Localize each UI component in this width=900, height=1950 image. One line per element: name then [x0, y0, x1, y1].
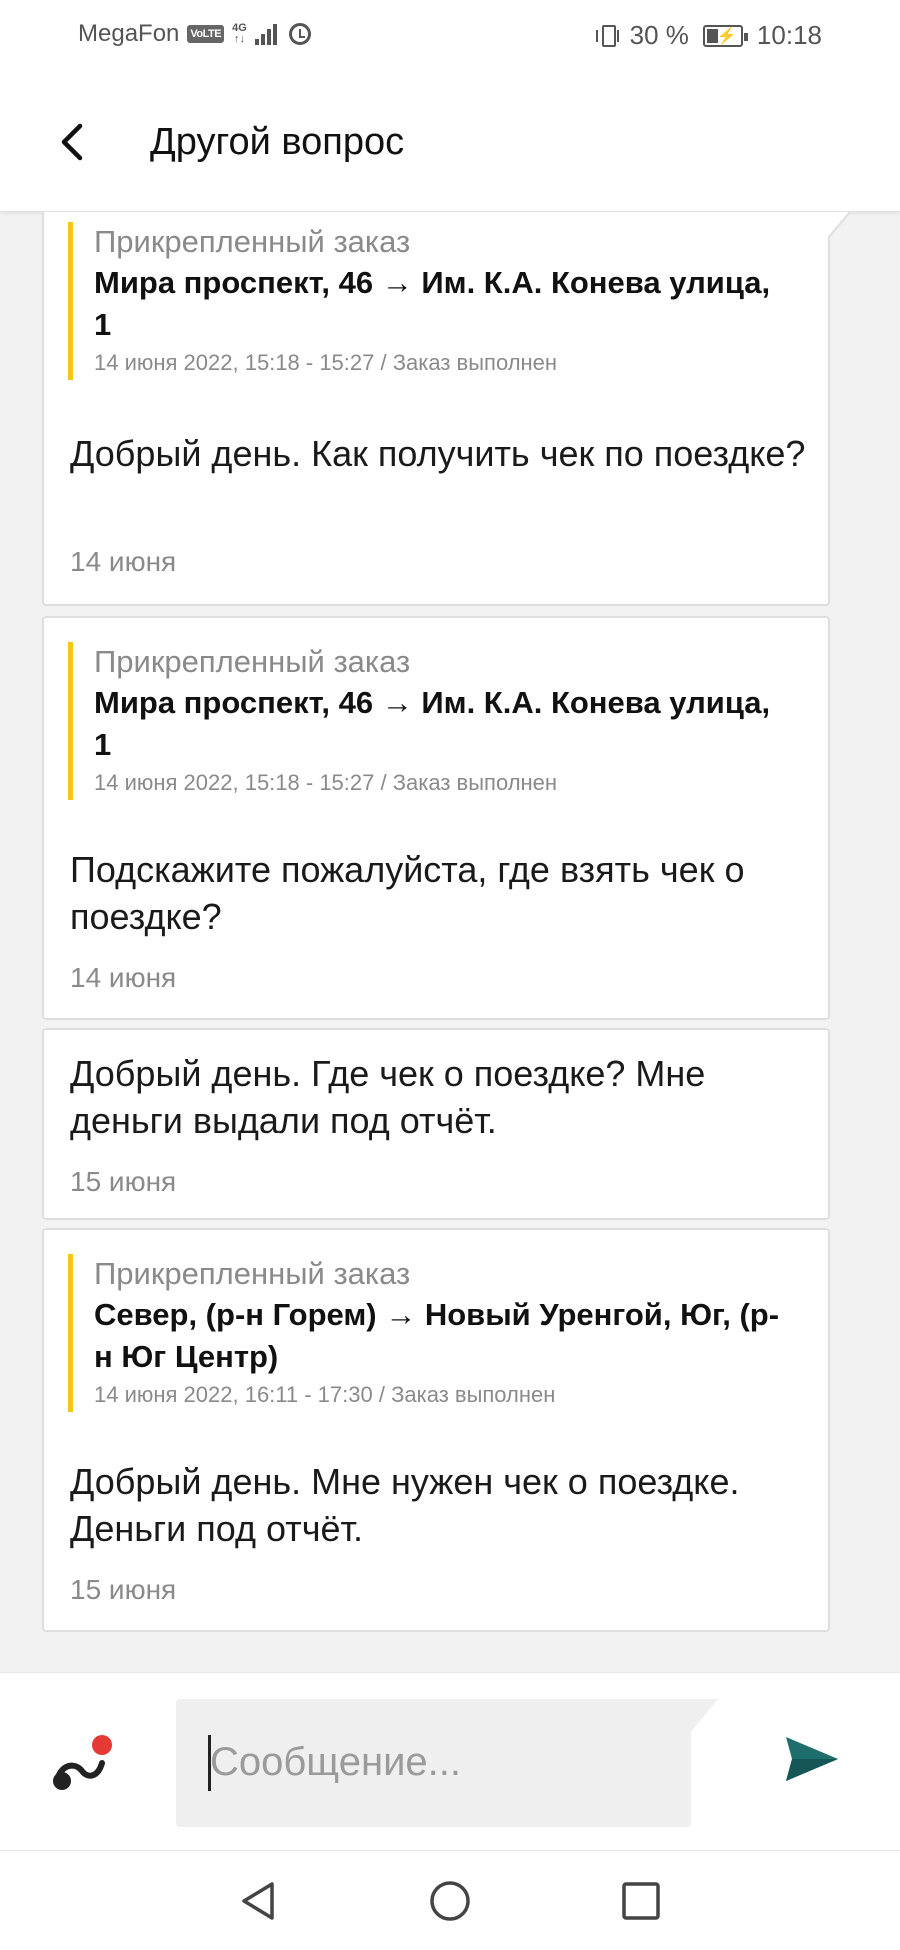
- attached-order[interactable]: Прикрепленный заказ Мира проспект, 46 → …: [68, 222, 788, 380]
- attached-order-meta: 14 июня 2022, 15:18 - 15:27 / Заказ выпо…: [94, 770, 558, 795]
- attached-order-meta: 14 июня 2022, 16:11 - 17:30 / Заказ выпо…: [94, 1382, 556, 1407]
- message-bubble: Прикрепленный заказ Мира проспект, 46 → …: [42, 616, 830, 1020]
- composer-bar: [0, 1672, 900, 1850]
- attached-order[interactable]: Прикрепленный заказ Мира проспект, 46 → …: [68, 642, 788, 800]
- attached-order-route: Север, (р-н Горем) → Новый Уренгой, Юг, …: [94, 1297, 780, 1374]
- message-text: Добрый день. Где чек о поездке? Мне день…: [70, 1053, 706, 1141]
- field-tail: [690, 1699, 718, 1733]
- bubble-tail: [828, 212, 851, 239]
- app-bar: Другой вопрос: [0, 72, 900, 212]
- message-input[interactable]: [210, 1729, 680, 1795]
- network-type-icon: 4G ↑↓: [232, 22, 247, 45]
- message-text: Добрый день. Мне нужен чек о поездке. Де…: [70, 1461, 740, 1549]
- nav-home-icon[interactable]: [425, 1876, 475, 1926]
- message-date: 15 июня: [70, 1166, 177, 1197]
- system-nav-bar: [0, 1850, 900, 1950]
- status-right: 30 % ⚡ 10:18: [595, 20, 822, 51]
- signal-icon: [254, 23, 277, 45]
- message-field[interactable]: [176, 1699, 691, 1827]
- send-icon[interactable]: [782, 1729, 842, 1789]
- carrier-name: MegaFon: [78, 20, 180, 47]
- message-bubble: Прикрепленный заказ Мира проспект, 46 → …: [42, 212, 830, 606]
- app-logo-icon[interactable]: [50, 1733, 120, 1793]
- attached-order[interactable]: Прикрепленный заказ Север, (р-н Горем) →…: [68, 1254, 788, 1412]
- volte-icon: VoLTE: [187, 25, 225, 43]
- vibrate-icon: [595, 24, 619, 47]
- status-bar: MegaFon VoLTE 4G ↑↓ 30 % ⚡ 10:18: [0, 0, 900, 72]
- chat-thread[interactable]: Прикрепленный заказ Мира проспект, 46 → …: [0, 212, 900, 1672]
- attached-order-route: Мира проспект, 46 → Им. К.А. Конева улиц…: [94, 265, 771, 342]
- message-text: Подскажите пожалуйста, где взять чек о п…: [70, 849, 745, 937]
- attached-order-route: Мира проспект, 46 → Им. К.А. Конева улиц…: [94, 685, 771, 762]
- message-date: 14 июня: [70, 962, 177, 993]
- attached-order-label: Прикрепленный заказ: [94, 644, 411, 679]
- page-title: Другой вопрос: [150, 121, 405, 163]
- nav-recents-icon[interactable]: [616, 1876, 666, 1926]
- message-date: 14 июня: [70, 546, 177, 577]
- back-arrow-icon[interactable]: [48, 114, 104, 170]
- battery-icon: ⚡: [702, 24, 748, 47]
- message-bubble: Добрый день. Где чек о поездке? Мне день…: [42, 1028, 830, 1220]
- status-left: MegaFon VoLTE 4G ↑↓: [78, 20, 311, 48]
- clock: 10:18: [756, 20, 822, 50]
- alarm-icon: [288, 23, 311, 45]
- message-text: Добрый день. Как получить чек по поездке…: [70, 433, 806, 474]
- message-date: 15 июня: [70, 1574, 177, 1605]
- attached-order-label: Прикрепленный заказ: [94, 224, 411, 259]
- attached-order-meta: 14 июня 2022, 15:18 - 15:27 / Заказ выпо…: [94, 350, 558, 375]
- attached-order-label: Прикрепленный заказ: [94, 1256, 411, 1291]
- nav-back-icon[interactable]: [234, 1876, 284, 1926]
- message-bubble: Прикрепленный заказ Север, (р-н Горем) →…: [42, 1228, 830, 1632]
- battery-percent: 30 %: [629, 20, 689, 50]
